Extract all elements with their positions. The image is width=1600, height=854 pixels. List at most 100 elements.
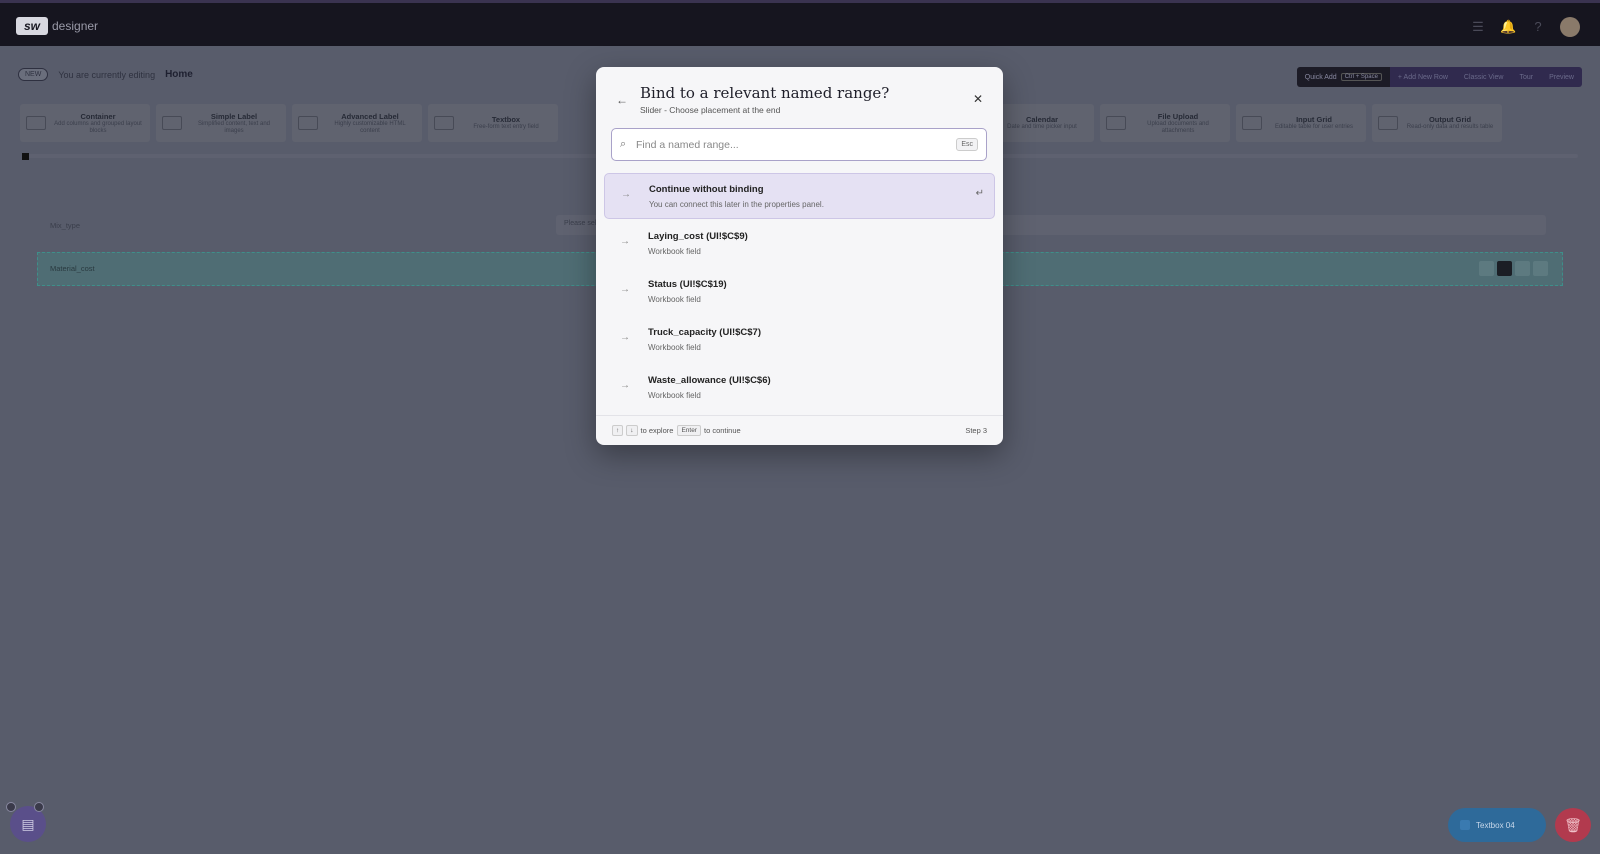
row-label: Material_cost <box>50 264 95 273</box>
bell-icon[interactable]: 🔔 <box>1500 19 1516 35</box>
trash-icon: 🗑 <box>1564 816 1582 833</box>
editing-label: You are currently editing <box>58 69 156 80</box>
quick-add-shortcut: Ctrl + Space <box>1340 73 1382 81</box>
row-tools <box>1479 261 1548 276</box>
option-waste-allowance[interactable]: → Waste_allowance (UI!$C$6) Workbook fie… <box>604 365 995 411</box>
palette-title: File Upload <box>1157 111 1199 121</box>
top-navigation-bar: sw designer ☰ 🔔 ? <box>0 0 1600 46</box>
option-subtitle: You can connect this later in the proper… <box>649 200 824 209</box>
option-title: Truck_capacity (UI!$C$7) <box>648 327 761 338</box>
dialog-footer: ↑ ↓ to explore Enter to continue Step 3 <box>596 415 1003 445</box>
arrow-right-icon: → <box>620 380 630 391</box>
row-label: Mix_type <box>50 220 81 230</box>
named-range-list: → Continue without binding You can conne… <box>604 173 995 413</box>
left-badge-dot <box>34 802 44 812</box>
textbox-icon <box>434 116 454 130</box>
preview-button[interactable]: Preview <box>1541 67 1582 87</box>
arrow-up-key-icon: ↑ <box>612 425 624 436</box>
palette-desc: Highly customizable HTML content <box>334 120 406 134</box>
palette-desc: Add columns and grouped layout blocks <box>54 120 142 134</box>
option-subtitle: Workbook field <box>648 343 701 352</box>
editing-page-name[interactable]: Home <box>165 69 193 80</box>
palette-title: Simple Label <box>210 111 258 121</box>
palette-textbox[interactable]: Textbox Free-form text entry field <box>428 104 558 142</box>
text-icon <box>162 116 182 130</box>
palette-title: Textbox <box>491 115 521 124</box>
arrow-right-icon: → <box>621 189 631 200</box>
app-logo[interactable]: sw designer <box>16 17 98 35</box>
tour-button[interactable]: Tour <box>1511 67 1542 87</box>
editing-indicator: NEW You are currently editing Home <box>18 68 193 81</box>
selected-component-pill[interactable]: Textbox 04 <box>1448 808 1546 842</box>
enter-key-hint: Enter <box>677 425 701 436</box>
step-indicator: Step 3 <box>965 426 987 435</box>
enter-icon: ↵ <box>975 188 984 199</box>
arrow-right-icon: → <box>620 236 630 247</box>
edit-icon[interactable] <box>1497 261 1512 276</box>
selected-component-label: Textbox 04 <box>1476 820 1515 830</box>
dialog-subtitle: Slider - Choose placement at the end <box>640 105 781 115</box>
search-icon: ⌕ <box>620 138 627 150</box>
help-icon[interactable]: ? <box>1530 19 1546 35</box>
palette-desc: Date and time picker input <box>1007 124 1077 130</box>
bind-named-range-dialog: ← Bind to a relevant named range? Slider… <box>596 67 1003 445</box>
grid-icon <box>1242 116 1262 130</box>
add-new-row-button[interactable]: + Add New Row <box>1389 67 1456 87</box>
palette-desc: Read-only data and results table <box>1406 124 1494 130</box>
table-icon <box>1378 116 1398 130</box>
palette-file-upload[interactable]: File Upload Upload documents and attachme… <box>1100 104 1230 142</box>
settings-icon[interactable] <box>1515 261 1530 276</box>
palette-title: Output Grid <box>1428 115 1472 124</box>
quick-add-label: Quick Add <box>1304 73 1337 81</box>
palette-output-grid[interactable]: Output Grid Read-only data and results ta… <box>1372 104 1502 142</box>
palette-title: Container <box>80 111 116 121</box>
option-laying-cost[interactable]: → Laying_cost (UI!$C$9) Workbook field <box>604 221 995 267</box>
palette-simple-label[interactable]: Simple Label Simplified content, text and… <box>156 104 286 142</box>
logo-text: designer <box>52 19 99 33</box>
continue-hint: to continue <box>703 426 741 435</box>
option-title: Status (UI!$C$19) <box>648 279 727 290</box>
quick-add-button[interactable]: Quick Add Ctrl + Space <box>1296 67 1390 87</box>
palette-advanced-label[interactable]: Advanced Label Highly customizable HTML c… <box>292 104 422 142</box>
file-icon <box>1106 116 1126 130</box>
palette-desc: Free-form text entry field <box>473 124 539 130</box>
avatar[interactable] <box>1560 17 1580 37</box>
option-truck-capacity[interactable]: → Truck_capacity (UI!$C$7) Workbook fiel… <box>604 317 995 363</box>
logo-mark: sw <box>16 17 48 35</box>
container-icon <box>26 116 46 130</box>
classic-view-button[interactable]: Classic View <box>1455 67 1512 87</box>
named-range-search: ⌕ Esc <box>611 128 987 161</box>
delete-icon[interactable] <box>1533 261 1548 276</box>
option-status[interactable]: → Status (UI!$C$19) Workbook field <box>604 269 995 315</box>
left-badge-dot <box>6 802 16 812</box>
document-icon: ▤ <box>21 815 35 832</box>
palette-input-grid[interactable]: Input Grid Editable table for user entrie… <box>1236 104 1366 142</box>
scroll-handle[interactable] <box>22 153 29 160</box>
option-subtitle: Workbook field <box>648 295 701 304</box>
arrow-right-icon: → <box>620 332 630 343</box>
html-icon <box>298 116 318 130</box>
action-bar: Quick Add Ctrl + Space + Add New Row Clas… <box>1296 67 1582 87</box>
option-continue-without-binding[interactable]: → Continue without binding You can conne… <box>604 173 995 219</box>
menu-icon[interactable]: ☰ <box>1470 19 1486 35</box>
palette-desc: Upload documents and attachments <box>1147 120 1209 134</box>
top-icons: ☰ 🔔 ? <box>1470 17 1580 37</box>
copy-icon[interactable] <box>1479 261 1494 276</box>
palette-title: Advanced Label <box>341 111 399 121</box>
arrow-down-key-icon: ↓ <box>626 425 638 436</box>
back-arrow-icon[interactable]: ← <box>616 93 628 107</box>
palette-title: Calendar <box>1025 115 1059 124</box>
explore-hint: to explore <box>640 426 674 435</box>
arrow-right-icon: → <box>620 284 630 295</box>
palette-title: Input Grid <box>1296 115 1332 124</box>
option-title: Waste_allowance (UI!$C$6) <box>648 375 771 386</box>
close-icon[interactable]: ✕ <box>973 92 983 106</box>
option-subtitle: Workbook field <box>648 247 701 256</box>
search-input[interactable] <box>636 138 957 151</box>
textbox-icon <box>1460 820 1470 830</box>
trash-button[interactable]: 🗑 <box>1555 808 1591 842</box>
palette-desc: Editable table for user entries <box>1274 124 1354 130</box>
option-title: Laying_cost (UI!$C$9) <box>648 231 748 242</box>
esc-key-hint[interactable]: Esc <box>956 138 978 151</box>
palette-container[interactable]: Container Add columns and grouped layout … <box>20 104 150 142</box>
